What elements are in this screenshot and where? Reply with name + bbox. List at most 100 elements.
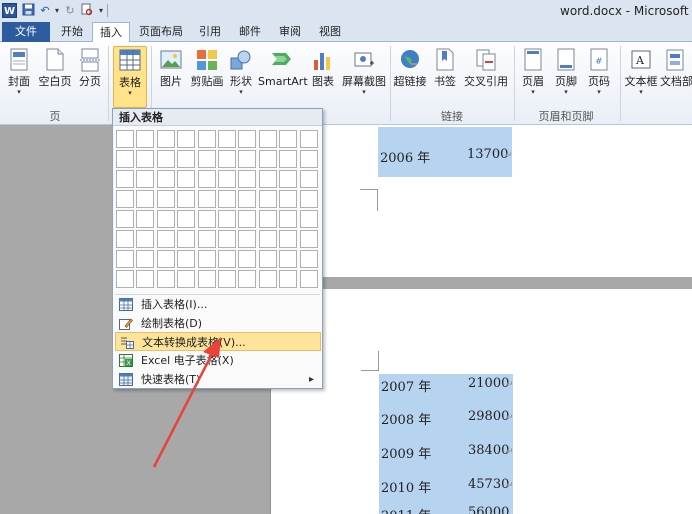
grid-cell[interactable] bbox=[299, 250, 318, 268]
grid-cell[interactable] bbox=[218, 210, 236, 228]
grid-cell[interactable] bbox=[177, 150, 196, 168]
grid-cell[interactable] bbox=[258, 150, 277, 168]
grid-cell[interactable] bbox=[299, 190, 318, 208]
footer-button[interactable]: 页脚 ▾ bbox=[551, 46, 581, 104]
grid-cell[interactable] bbox=[218, 130, 236, 148]
grid-cell[interactable] bbox=[116, 270, 134, 288]
header-button[interactable]: 页眉 ▾ bbox=[518, 46, 548, 104]
menu-item-convert-text-to-table[interactable]: 文本转换成表格(V)... bbox=[115, 332, 321, 351]
grid-cell[interactable] bbox=[218, 190, 236, 208]
grid-cell[interactable] bbox=[136, 170, 155, 188]
grid-cell[interactable] bbox=[299, 150, 318, 168]
grid-cell[interactable] bbox=[156, 270, 175, 288]
blank-page-button[interactable]: 空白页 bbox=[36, 46, 74, 104]
grid-cell[interactable] bbox=[279, 210, 298, 228]
grid-cell[interactable] bbox=[258, 130, 277, 148]
chart-button[interactable]: 图表 bbox=[308, 46, 338, 104]
picture-button[interactable]: 图片 bbox=[155, 46, 187, 104]
grid-cell[interactable] bbox=[279, 150, 298, 168]
grid-cell[interactable] bbox=[197, 170, 216, 188]
grid-cell[interactable] bbox=[258, 170, 277, 188]
grid-cell[interactable] bbox=[177, 130, 196, 148]
cross-reference-button[interactable]: 交叉引用 bbox=[462, 46, 510, 104]
grid-cell[interactable] bbox=[279, 270, 298, 288]
grid-cell[interactable] bbox=[116, 190, 134, 208]
grid-cell[interactable] bbox=[136, 150, 155, 168]
grid-cell[interactable] bbox=[116, 150, 134, 168]
tab-review[interactable]: 审阅 bbox=[272, 22, 308, 42]
grid-cell[interactable] bbox=[136, 130, 155, 148]
grid-cell[interactable] bbox=[279, 170, 298, 188]
save-icon[interactable] bbox=[21, 3, 35, 18]
grid-cell[interactable] bbox=[238, 150, 257, 168]
grid-cell[interactable] bbox=[238, 190, 257, 208]
grid-cell[interactable] bbox=[136, 250, 155, 268]
print-preview-icon[interactable] bbox=[79, 3, 93, 18]
grid-cell[interactable] bbox=[156, 170, 175, 188]
grid-cell[interactable] bbox=[177, 210, 196, 228]
textbox-button[interactable]: A 文本框 ▾ bbox=[624, 46, 658, 104]
grid-cell[interactable] bbox=[197, 210, 216, 228]
page-break-button[interactable]: 分页 bbox=[76, 46, 104, 104]
grid-cell[interactable] bbox=[258, 210, 277, 228]
grid-cell[interactable] bbox=[156, 150, 175, 168]
grid-cell[interactable] bbox=[238, 270, 257, 288]
grid-cell[interactable] bbox=[136, 270, 155, 288]
grid-cell[interactable] bbox=[156, 130, 175, 148]
tab-view[interactable]: 视图 bbox=[312, 22, 348, 42]
grid-cell[interactable] bbox=[218, 270, 236, 288]
grid-cell[interactable] bbox=[238, 170, 257, 188]
tab-mailings[interactable]: 邮件 bbox=[232, 22, 268, 42]
grid-cell[interactable] bbox=[299, 210, 318, 228]
grid-cell[interactable] bbox=[258, 250, 277, 268]
grid-cell[interactable] bbox=[156, 210, 175, 228]
grid-cell[interactable] bbox=[116, 210, 134, 228]
grid-cell[interactable] bbox=[258, 270, 277, 288]
tab-home[interactable]: 开始 bbox=[54, 22, 90, 42]
clipart-button[interactable]: 剪贴画 bbox=[188, 46, 226, 104]
grid-cell[interactable] bbox=[279, 250, 298, 268]
grid-cell[interactable] bbox=[197, 130, 216, 148]
grid-cell[interactable] bbox=[116, 230, 134, 248]
grid-cell[interactable] bbox=[197, 190, 216, 208]
tab-insert[interactable]: 插入 bbox=[92, 22, 130, 43]
customize-toolbar-icon[interactable]: ▾ bbox=[94, 3, 108, 18]
document-parts-button[interactable]: 文档部 bbox=[660, 46, 692, 104]
grid-cell[interactable] bbox=[238, 230, 257, 248]
document-page-top[interactable]: 2006 年 13700 ↵ bbox=[270, 125, 692, 277]
grid-cell[interactable] bbox=[177, 230, 196, 248]
tab-file[interactable]: 文件 bbox=[2, 22, 50, 42]
grid-cell[interactable] bbox=[258, 230, 277, 248]
grid-cell[interactable] bbox=[218, 150, 236, 168]
grid-cell[interactable] bbox=[116, 170, 134, 188]
grid-cell[interactable] bbox=[299, 170, 318, 188]
bookmark-button[interactable]: 书签 bbox=[430, 46, 460, 104]
word-app-icon[interactable]: W bbox=[2, 3, 17, 18]
table-size-grid[interactable] bbox=[116, 130, 321, 290]
grid-cell[interactable] bbox=[197, 250, 216, 268]
grid-cell[interactable] bbox=[238, 210, 257, 228]
undo-dropdown-icon[interactable]: ▾ bbox=[50, 3, 64, 18]
table-button[interactable]: 表格 ▾ bbox=[113, 46, 147, 108]
smartart-button[interactable]: SmartArt bbox=[258, 46, 308, 104]
menu-item-insert-table[interactable]: 插入表格(I)... bbox=[115, 295, 321, 314]
cover-page-button[interactable]: 封面 ▾ bbox=[4, 46, 34, 104]
grid-cell[interactable] bbox=[279, 230, 298, 248]
menu-item-quick-tables[interactable]: 快速表格(T) ▸ bbox=[115, 370, 321, 389]
grid-cell[interactable] bbox=[218, 170, 236, 188]
grid-cell[interactable] bbox=[258, 190, 277, 208]
grid-cell[interactable] bbox=[177, 250, 196, 268]
grid-cell[interactable] bbox=[197, 150, 216, 168]
grid-cell[interactable] bbox=[177, 190, 196, 208]
grid-cell[interactable] bbox=[177, 270, 196, 288]
screenshot-button[interactable]: 屏幕截图 ▾ bbox=[340, 46, 388, 104]
grid-cell[interactable] bbox=[238, 130, 257, 148]
grid-cell[interactable] bbox=[279, 190, 298, 208]
redo-icon[interactable]: ↻ bbox=[63, 3, 77, 18]
grid-cell[interactable] bbox=[156, 250, 175, 268]
grid-cell[interactable] bbox=[299, 230, 318, 248]
menu-item-draw-table[interactable]: 绘制表格(D) bbox=[115, 314, 321, 333]
menu-item-excel-spreadsheet[interactable]: X Excel 电子表格(X) bbox=[115, 351, 321, 370]
grid-cell[interactable] bbox=[136, 210, 155, 228]
grid-cell[interactable] bbox=[156, 190, 175, 208]
